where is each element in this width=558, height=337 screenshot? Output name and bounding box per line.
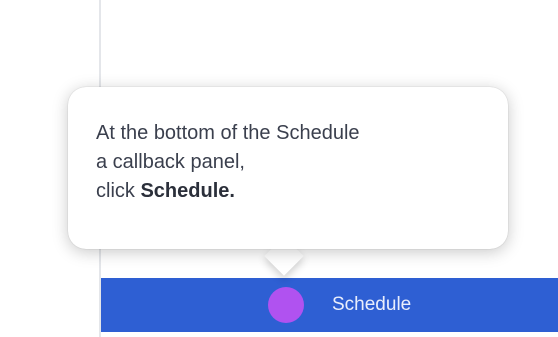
tooltip-line-3-prefix: click <box>96 180 141 202</box>
guide-tooltip: At the bottom of the Schedule a callback… <box>68 87 508 249</box>
tooltip-message: At the bottom of the Schedule a callback… <box>96 119 488 206</box>
tooltip-line-1: At the bottom of the Schedule <box>96 122 360 144</box>
schedule-button-label: Schedule <box>332 294 412 315</box>
record-dot-icon <box>268 287 304 323</box>
tooltip-line-3: click Schedule. <box>96 177 488 206</box>
tooltip-line-2: a callback panel, <box>96 151 245 173</box>
screen: At the bottom of the Schedule a callback… <box>0 0 558 337</box>
tooltip-emphasis: Schedule. <box>140 180 235 202</box>
schedule-button[interactable]: Schedule <box>268 286 411 324</box>
tooltip-pointer-mask <box>255 232 315 248</box>
